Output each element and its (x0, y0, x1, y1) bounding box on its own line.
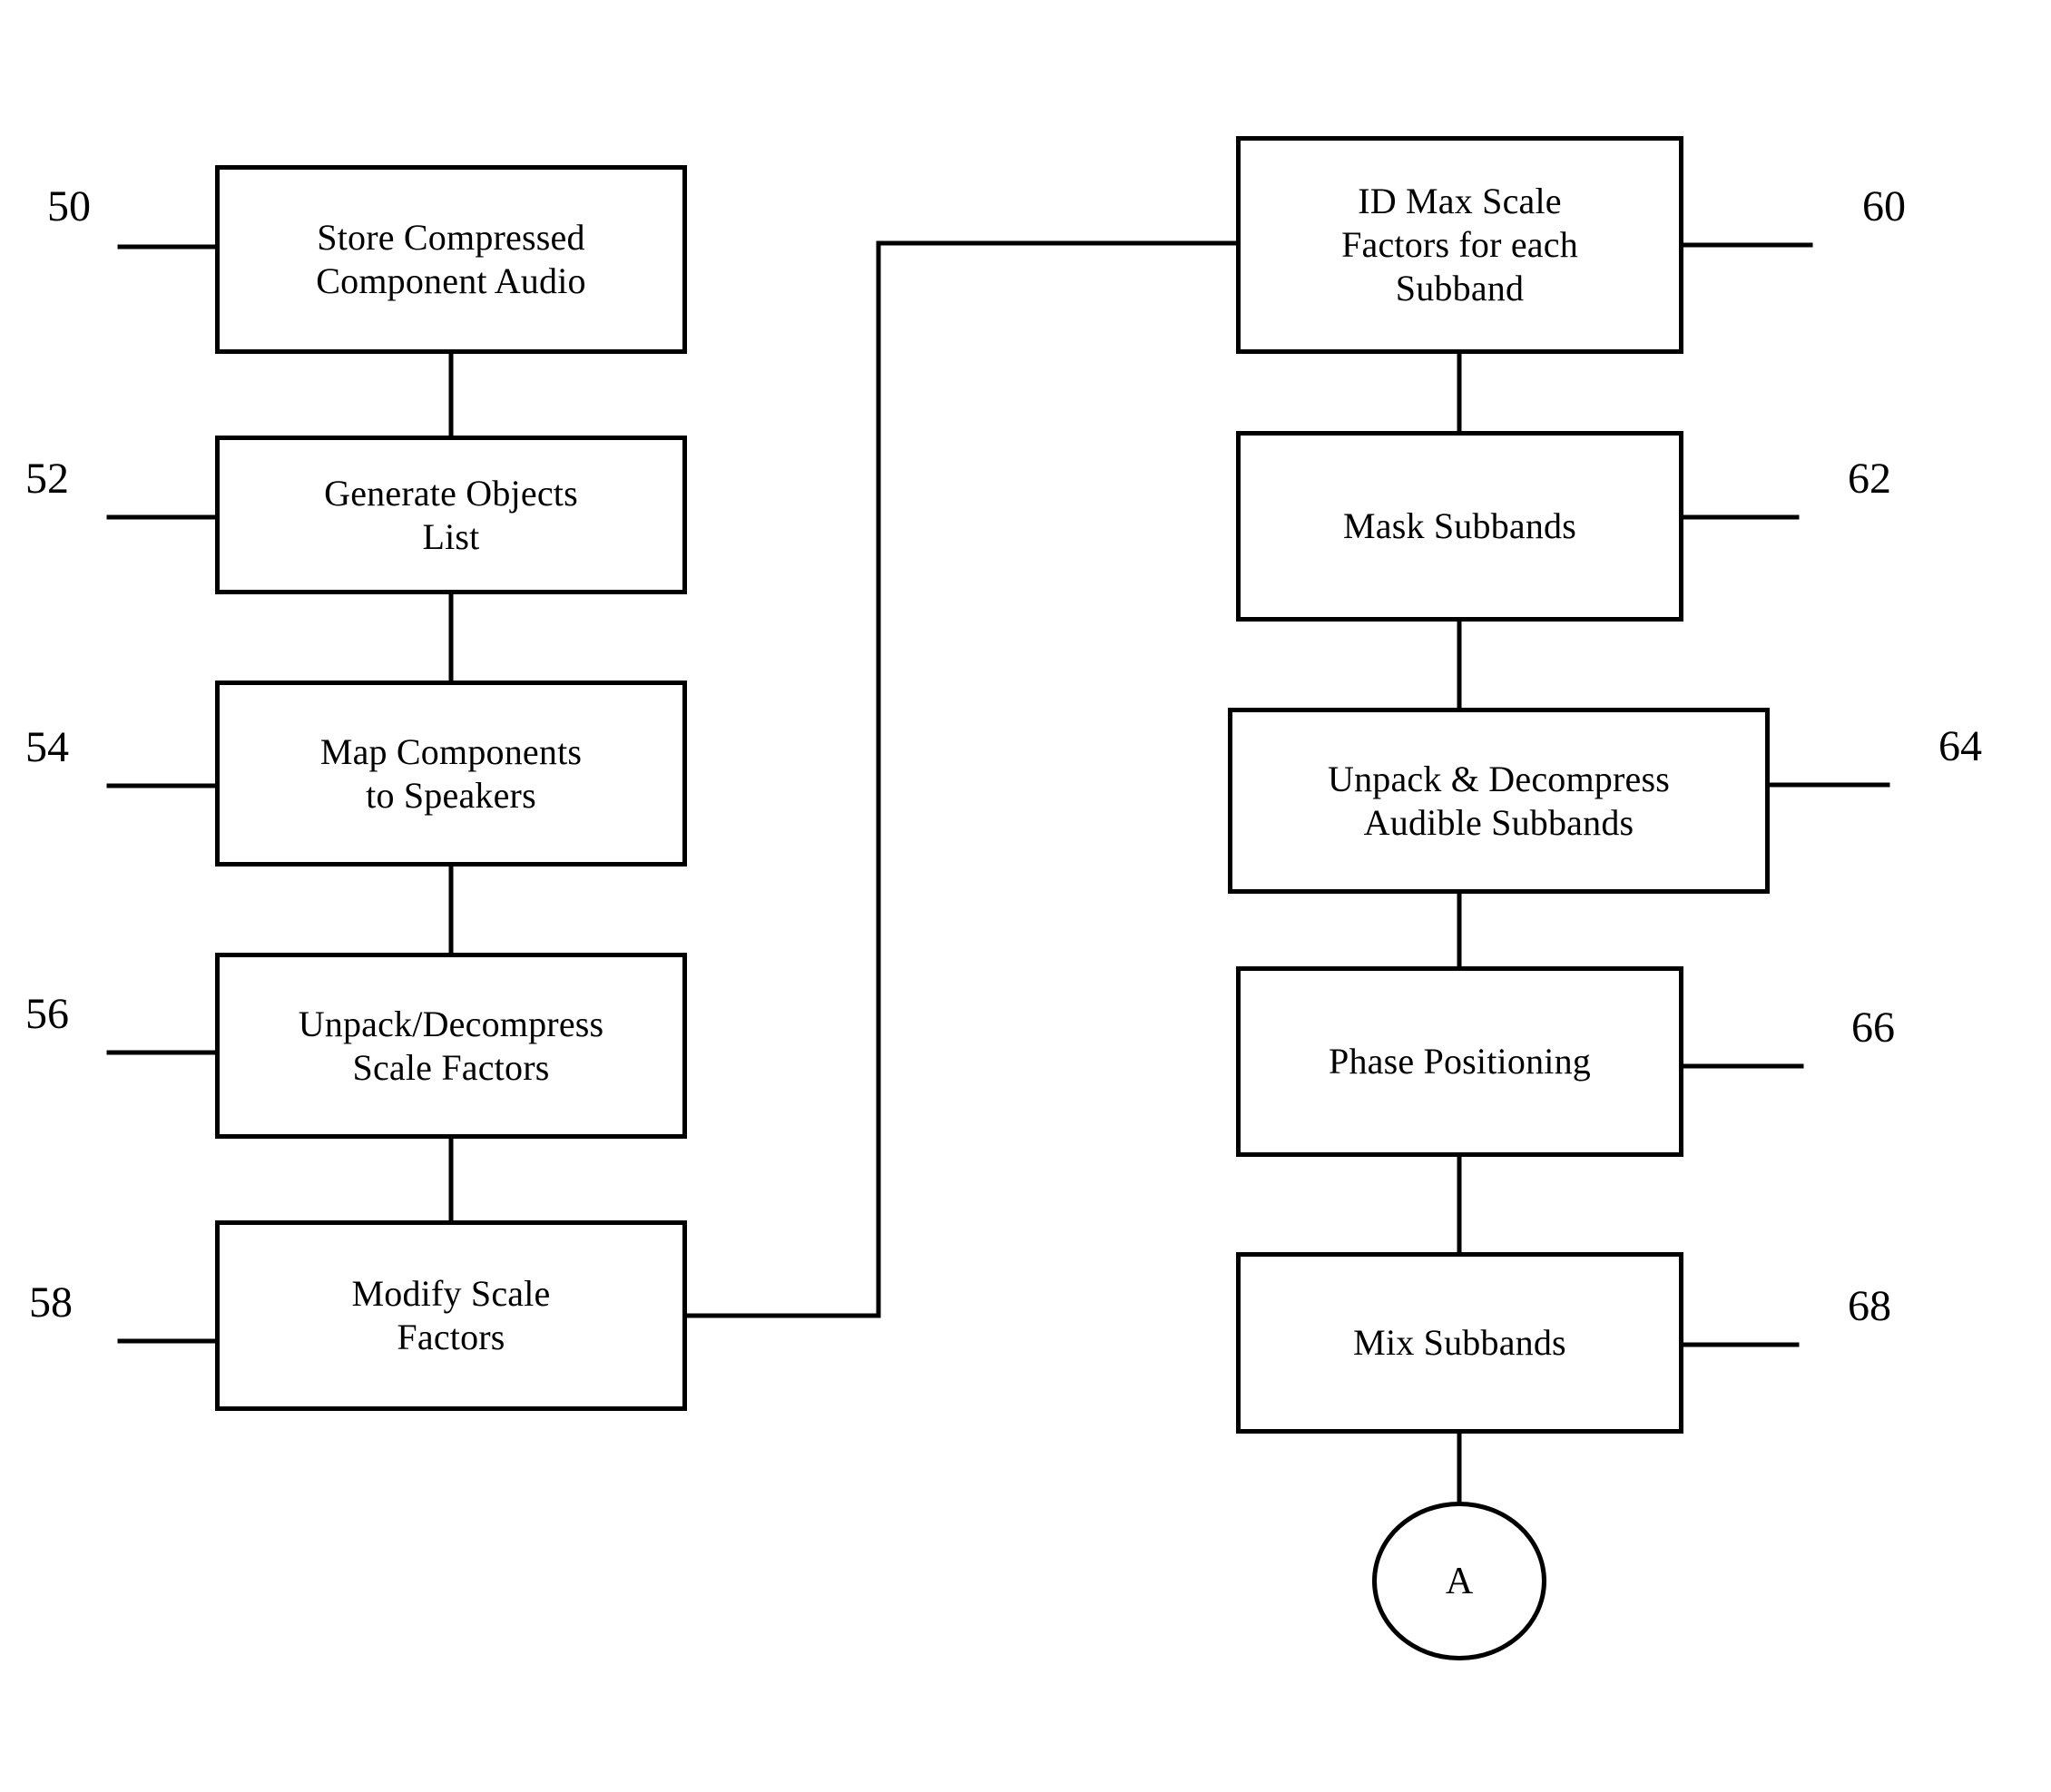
process-box-label: Unpack & Decompress Audible Subbands (1327, 758, 1671, 843)
reference-numeral-52: 52 (25, 455, 69, 503)
reference-numeral-60: 60 (1862, 182, 1906, 230)
process-box-modify-scale-factors[interactable]: Modify Scale Factors (215, 1220, 687, 1411)
reference-numeral-50: 50 (47, 182, 91, 230)
reference-numeral-54: 54 (25, 723, 69, 771)
connector-58-to-60 (684, 240, 1239, 1318)
process-box-label: Mask Subbands (1342, 505, 1577, 546)
process-box-id-max-scale-factors-for-each-subband[interactable]: ID Max Scale Factors for each Subband (1236, 136, 1683, 354)
reference-numeral-62: 62 (1848, 455, 1891, 503)
reference-numeral-64: 64 (1938, 722, 1982, 770)
process-box-label: ID Max Scale Factors for each Subband (1341, 181, 1578, 308)
process-box-generate-objects-list[interactable]: Generate Objects List (215, 436, 687, 594)
process-box-mask-subbands[interactable]: Mask Subbands (1236, 431, 1683, 622)
process-box-label: Store Compressed Component Audio (316, 217, 586, 301)
reference-numeral-68: 68 (1848, 1282, 1891, 1330)
reference-numeral-66: 66 (1851, 1004, 1895, 1052)
process-box-phase-positioning[interactable]: Phase Positioning (1236, 966, 1683, 1157)
process-box-unpack-decompress-scale-factors[interactable]: Unpack/Decompress Scale Factors (215, 953, 687, 1139)
process-box-mix-subbands[interactable]: Mix Subbands (1236, 1252, 1683, 1434)
offpage-connector-a[interactable]: A (1372, 1502, 1546, 1660)
reference-numeral-58: 58 (29, 1278, 73, 1327)
reference-numeral-56: 56 (25, 990, 69, 1038)
process-box-store-compressed-component-audio[interactable]: Store Compressed Component Audio (215, 165, 687, 354)
process-box-map-components-to-speakers[interactable]: Map Components to Speakers (215, 681, 687, 867)
process-box-label: Generate Objects List (324, 472, 578, 557)
offpage-connector-label: A (1445, 1560, 1474, 1602)
process-box-label: Mix Subbands (1353, 1322, 1566, 1363)
process-box-label: Phase Positioning (1329, 1041, 1591, 1082)
process-box-label: Map Components to Speakers (319, 730, 583, 816)
process-box-label: Unpack/Decompress Scale Factors (298, 1003, 604, 1088)
process-box-unpack-decompress-audible-subbands[interactable]: Unpack & Decompress Audible Subbands (1228, 708, 1770, 894)
patent-flowchart-figure: Store Compressed Component Audio Generat… (0, 0, 2051, 1792)
process-box-label: Modify Scale Factors (351, 1273, 551, 1357)
